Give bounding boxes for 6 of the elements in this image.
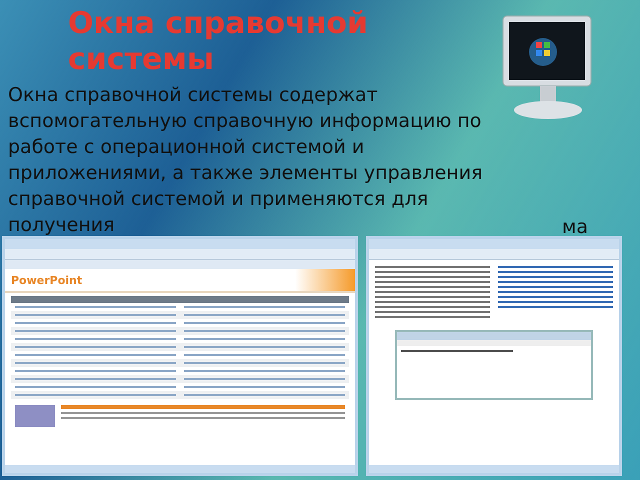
application-name: PowerPoint xyxy=(11,274,82,286)
body-paragraph: Окна справочной системы содержат вспомогательную справочную информацию по работе с операционной системой и приложениями, а также элементы управления справочной системой и применяются для получения xyxy=(8,83,484,238)
covered-text-fragment: ма xyxy=(562,216,588,238)
header-banner xyxy=(295,269,355,291)
thumbnail-picture xyxy=(15,405,55,427)
slide-title: Окна справочной системы xyxy=(68,6,370,78)
